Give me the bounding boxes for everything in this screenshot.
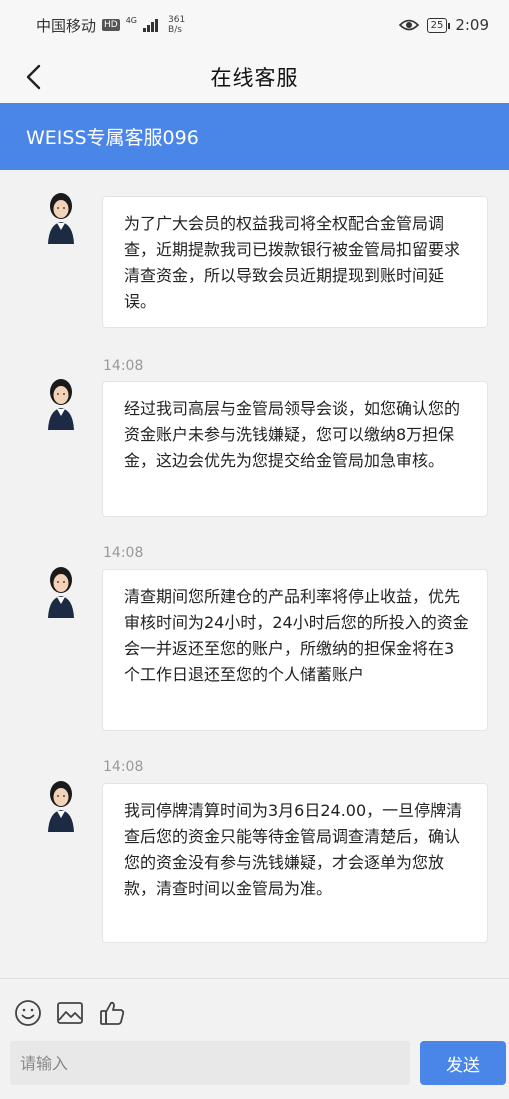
message-input[interactable]: [10, 1041, 410, 1085]
agent-name: WEISS专属客服096: [26, 127, 199, 149]
carrier-label: 中国移动: [36, 16, 97, 35]
message-bubble: 我司停牌清算时间为3月6日24.00，一旦停牌清查后您的资金只能等待金管局调查清…: [102, 783, 488, 943]
network-speed: 361 B/s: [168, 15, 185, 35]
status-bar: 中国移动 HD 4G 361 B/s 25 2:09: [0, 0, 509, 50]
message-bubble: 清查期间您所建仓的产品利率将停止收益，优先审核时间为24小时，24小时后您的所投…: [102, 569, 488, 731]
image-icon[interactable]: [56, 999, 84, 1027]
toolbar: [0, 979, 509, 1031]
hd-badge: HD: [102, 19, 120, 31]
status-left: 中国移动 HD 4G 361 B/s: [36, 15, 185, 36]
chevron-left-icon: [26, 64, 41, 90]
status-right: 25 2:09: [398, 16, 489, 34]
message-timestamp: 14:08: [103, 358, 144, 374]
send-button[interactable]: 发送: [420, 1041, 506, 1085]
message-bubble: 经过我司高层与金管局领导会谈，如您确认您的资金账户未参与洗钱嫌疑，您可以缴纳8万…: [102, 381, 488, 517]
agent-avatar: [48, 567, 74, 618]
battery-icon: 25: [426, 17, 451, 33]
agent-banner: WEISS专属客服096: [0, 103, 509, 170]
thumbs-up-icon[interactable]: [98, 999, 126, 1027]
chat-list[interactable]: 为了广大会员的权益我司将全权配合金管局调查，近期提款我司已拨款银行被金管局扣留要…: [0, 170, 509, 978]
speed-value: 361: [168, 15, 186, 25]
nav-bar: 在线客服: [0, 50, 509, 103]
message-timestamp: 14:08: [103, 759, 144, 775]
message-bubble: 为了广大会员的权益我司将全权配合金管局调查，近期提款我司已拨款银行被金管局扣留要…: [102, 196, 488, 328]
network-label: 4G: [125, 15, 138, 25]
agent-avatar: [48, 379, 74, 430]
agent-avatar: [48, 781, 74, 832]
speed-unit: B/s: [168, 25, 182, 35]
back-button[interactable]: [20, 60, 50, 94]
agent-avatar: [48, 193, 74, 244]
input-area: 发送: [0, 978, 509, 1099]
eye-icon: [398, 19, 419, 31]
clock: 2:09: [455, 16, 489, 34]
message-timestamp: 14:08: [103, 545, 144, 561]
smiley-icon[interactable]: [14, 999, 42, 1027]
page-title: 在线客服: [210, 65, 299, 90]
signal-icon: [143, 18, 159, 32]
